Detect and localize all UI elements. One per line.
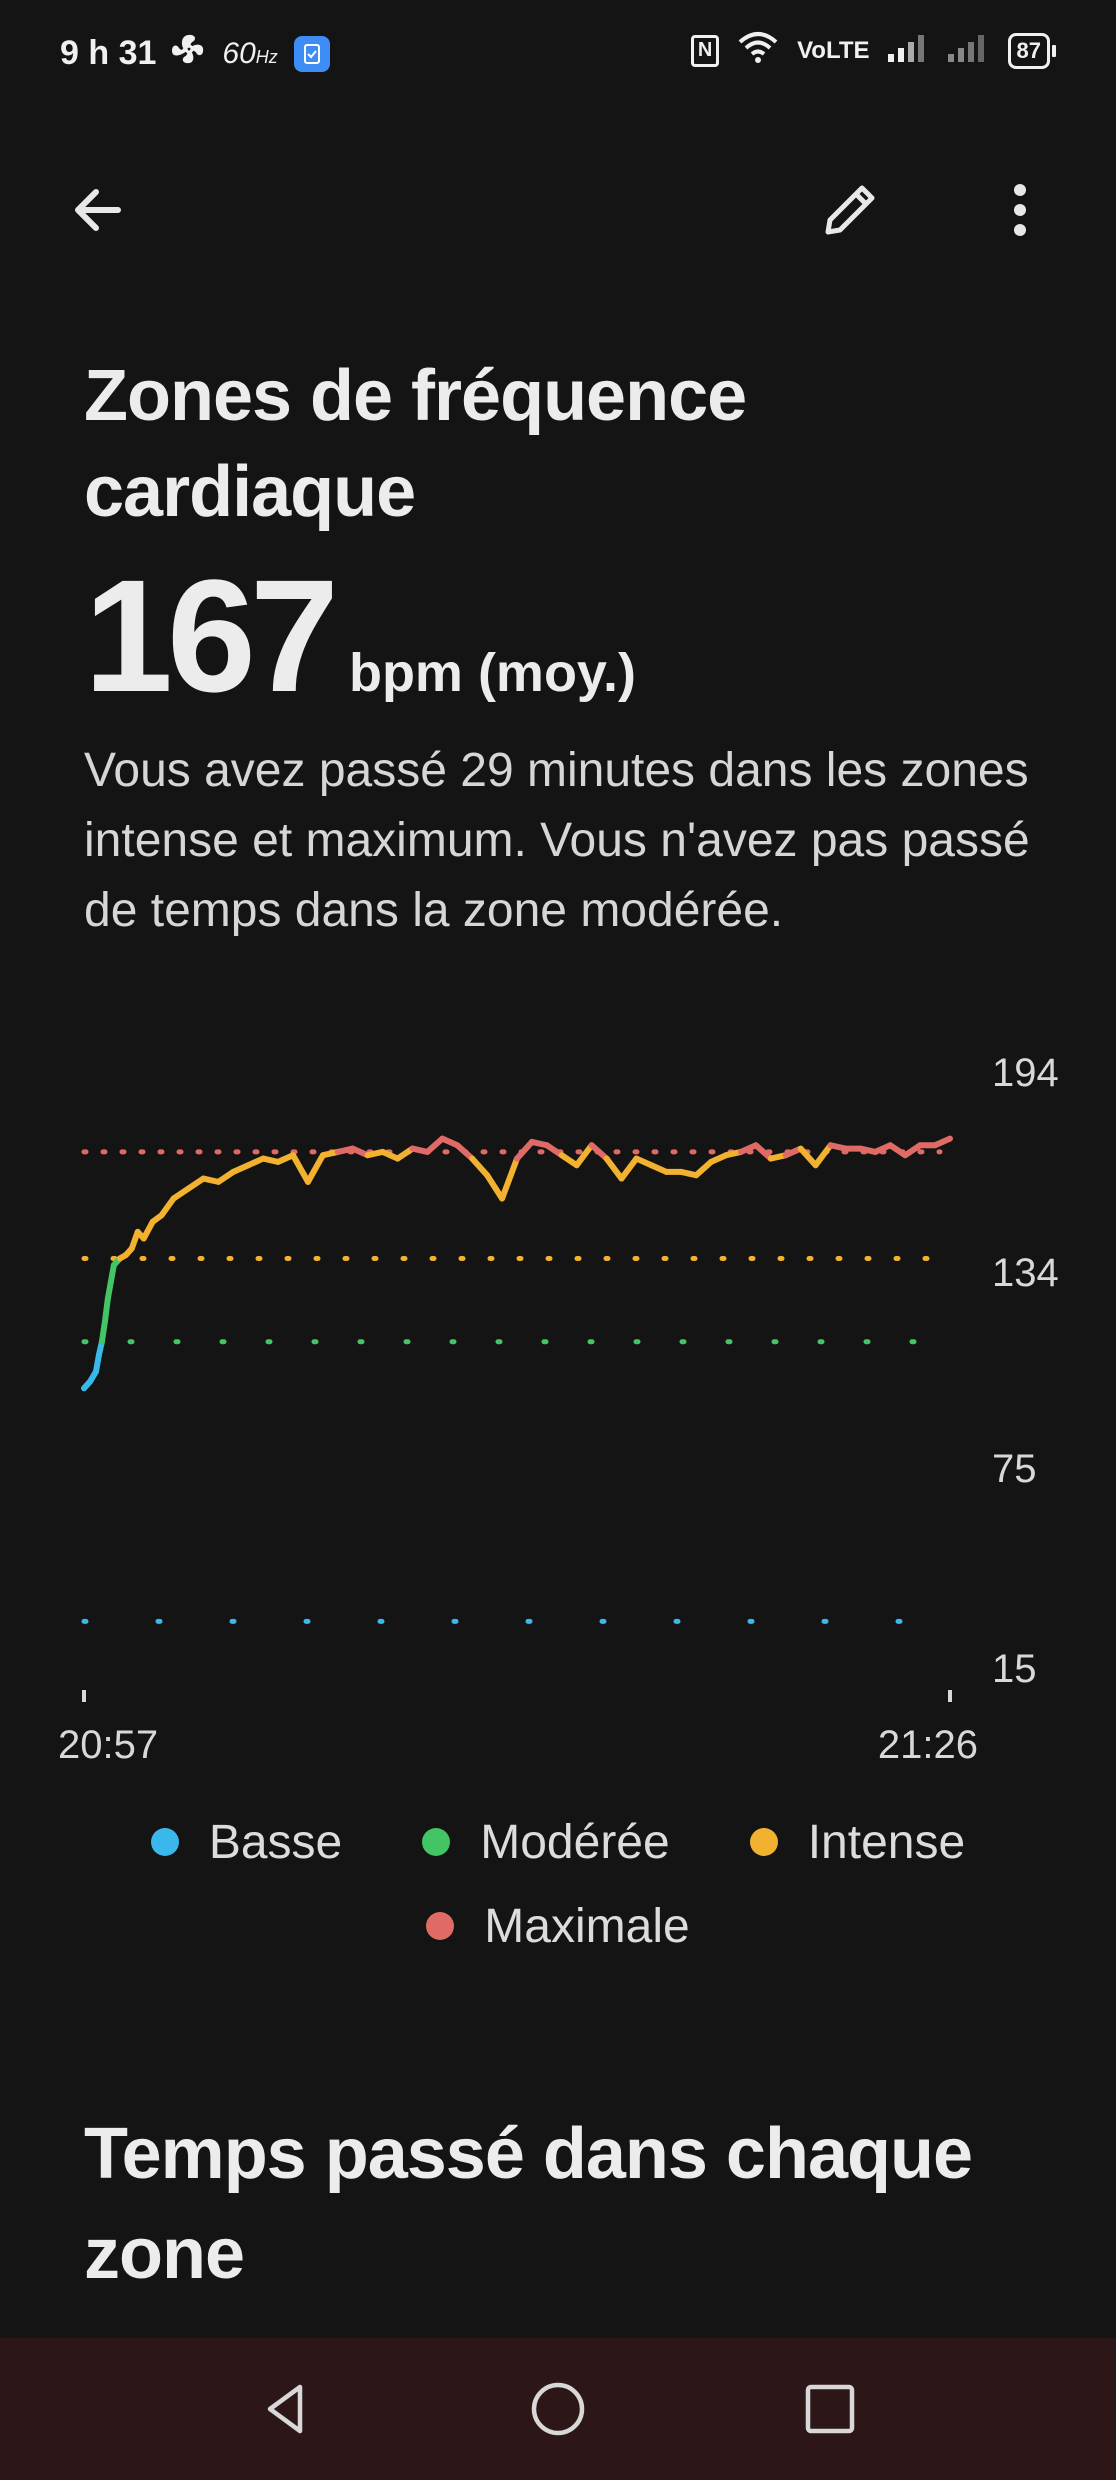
battery-level: 87 — [1007, 32, 1050, 69]
square-recents-icon[interactable] — [795, 2374, 865, 2444]
pencil-icon[interactable] — [810, 170, 890, 250]
status-time: 9 h 31 — [60, 34, 157, 72]
heart-rate-segment — [304, 1152, 326, 1185]
legend-label: Basse — [208, 1815, 343, 1869]
battery-icon: 87 — [1007, 32, 1056, 69]
heart-rate-segment — [588, 1142, 610, 1162]
y-tick-label: 134 — [992, 1251, 1059, 1295]
heart-rate-segment — [454, 1142, 476, 1162]
legend-dot — [150, 1828, 179, 1856]
section-title-time-in-zone: Temps passé dans chaque zone — [84, 2114, 973, 2294]
legend-dot — [426, 1912, 455, 1940]
heart-rate-segment — [101, 1295, 111, 1325]
legend-item: Intense — [749, 1815, 966, 1870]
legend-dot — [749, 1828, 778, 1856]
x-tick-label: 21:26 — [878, 1723, 978, 1760]
legend-item: Modérée — [422, 1815, 670, 1870]
heart-rate-segment — [290, 1152, 311, 1185]
heart-rate-segment — [469, 1155, 491, 1179]
app-notification-icon — [293, 35, 330, 72]
triangle-back-icon[interactable] — [251, 2374, 321, 2444]
zone-summary: Vous avez passé 29 minutes dans les zone… — [84, 744, 1030, 937]
page-title: Zones de fréquence cardiaque — [84, 356, 747, 532]
legend-item: Maximale — [426, 1899, 690, 1954]
network-label: VoLTE — [797, 36, 870, 64]
heart-rate-segment — [603, 1155, 625, 1182]
average-bpm-value: 167 — [84, 546, 339, 725]
legend-label: Intense — [807, 1815, 966, 1869]
heart-rate-segment — [618, 1155, 640, 1182]
wifi-icon — [737, 30, 779, 71]
status-left: 9 h 31 60Hz — [60, 32, 330, 75]
nfc-icon: N — [691, 34, 720, 67]
signal-icon — [887, 32, 930, 69]
average-bpm-unit: bpm (moy.) — [348, 643, 636, 703]
heart-rate-segment — [573, 1142, 595, 1169]
refresh-rate: 60Hz — [222, 36, 278, 70]
heart-rate-segment — [499, 1155, 520, 1202]
heart-rate-segment — [932, 1135, 953, 1149]
circle-home-icon[interactable] — [523, 2374, 593, 2444]
legend-dot — [422, 1828, 451, 1856]
y-tick-label: 75 — [992, 1447, 1037, 1491]
heart-rate-segment — [812, 1142, 834, 1169]
fan-icon — [172, 32, 206, 75]
legend-label: Modérée — [480, 1815, 670, 1869]
heart-rate-segment — [424, 1135, 446, 1155]
system-nav-bar — [0, 2338, 1116, 2480]
status-bar: 9 h 31 60Hz N VoLTE 87 — [0, 0, 1116, 110]
heart-rate-segment — [158, 1195, 177, 1219]
x-tick-label: 20:57 — [58, 1723, 158, 1760]
y-tick-label: 194 — [992, 1051, 1059, 1095]
legend-label: Maximale — [484, 1899, 690, 1953]
y-tick-label: 15 — [992, 1647, 1037, 1691]
heart-rate-segment — [484, 1172, 506, 1202]
heart-rate-chart[interactable]: 194 134 75 15 20:57 21:26 — [0, 1040, 1116, 1760]
status-right: N VoLTE 87 — [691, 30, 1056, 71]
legend-item: Basse — [150, 1815, 343, 1870]
chart-legend: Basse Modérée Intense Maximale — [0, 1800, 1116, 1968]
signal-icon — [947, 32, 990, 69]
arrow-back-icon[interactable] — [58, 170, 138, 250]
heart-rate-segment — [693, 1158, 715, 1179]
average-bpm: 167 bpm (moy.) — [84, 556, 636, 716]
more-vertical-icon[interactable] — [980, 170, 1060, 250]
heart-rate-segment — [98, 1318, 108, 1345]
